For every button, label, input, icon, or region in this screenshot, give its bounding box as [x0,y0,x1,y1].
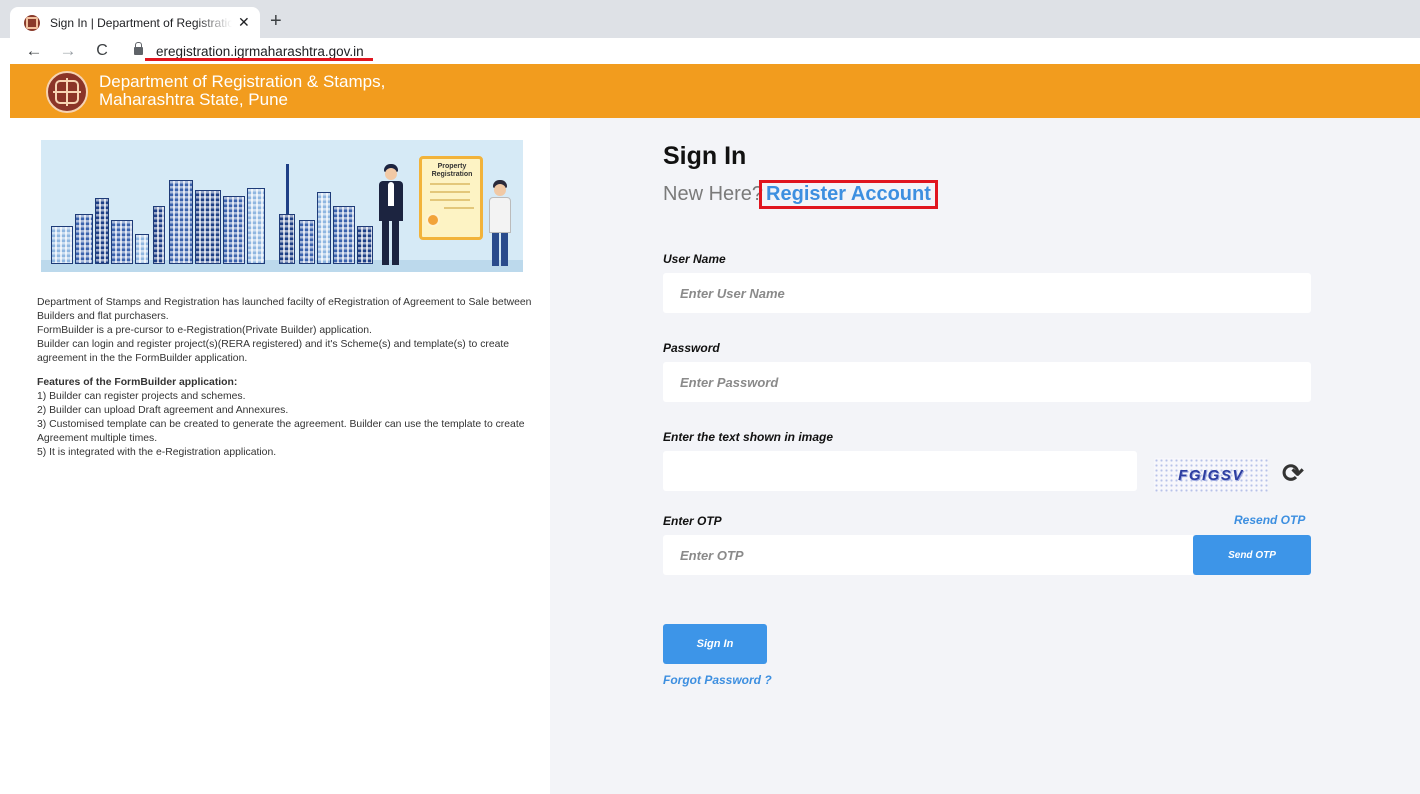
username-input[interactable] [663,273,1311,313]
feature-item: 2) Builder can upload Draft agreement an… [37,405,289,416]
back-arrow-icon[interactable]: ← [22,41,46,61]
new-here-text: New Here? [663,183,764,205]
intro-line: Builder can login and register project(s… [37,339,510,364]
feature-item: 3) Customised template can be created to… [37,419,525,444]
refresh-icon[interactable]: ⟳ [1282,457,1304,489]
feature-item: 1) Builder can register projects and sch… [37,391,246,402]
url-highlight-underline [145,58,373,61]
password-input[interactable] [663,362,1311,402]
certificate-icon: Property Registration [419,156,483,240]
header-title-line2: Maharashtra State, Pune [99,90,289,109]
info-panel: Property Registration Department of Stam… [10,118,550,794]
reload-icon[interactable]: C [90,42,114,60]
page-title: Sign In [663,142,747,170]
new-tab-button[interactable]: + [270,10,282,33]
send-otp-button[interactable]: Send OTP [1193,535,1311,575]
password-label: Password [663,341,720,355]
browser-tab[interactable]: Sign In | Department of Registration & S… [10,7,260,38]
intro-line: FormBuilder is a pre-cursor to e-Registr… [37,325,372,336]
captcha-label: Enter the text shown in image [663,430,834,444]
intro-line: Department of Stamps and Registration ha… [37,297,532,322]
info-text: Department of Stamps and Registration ha… [37,296,537,460]
sign-in-button[interactable]: Sign In [663,624,767,664]
certificate-title: Property Registration [431,163,473,178]
tab-title: Sign In | Department of Registration & S… [50,15,232,30]
otp-label: Enter OTP [663,514,722,528]
forgot-password-link[interactable]: Forgot Password ? [663,673,772,687]
header-title-line1: Department of Registration & Stamps, [99,72,386,91]
department-logo-icon [46,71,88,113]
property-registration-illustration: Property Registration [41,140,523,272]
register-prompt: New Here? Register Account [663,180,938,209]
lock-icon[interactable] [134,42,143,55]
close-tab-icon[interactable]: ✕ [238,14,250,31]
signin-panel: Sign In New Here? Register Account User N… [550,118,1420,794]
captcha-text: FGIGSV [1178,466,1244,484]
browser-tab-strip: Sign In | Department of Registration & S… [0,0,1420,38]
site-header: Department of Registration & Stamps, Mah… [10,64,1420,118]
forward-arrow-icon[interactable]: → [56,41,80,61]
url-text[interactable]: eregistration.igrmaharashtra.gov.in [156,44,364,59]
username-label: User Name [663,252,726,266]
captcha-input[interactable] [663,451,1137,491]
captcha-image: FGIGSV [1154,458,1268,492]
feature-item: 5) It is integrated with the e-Registrat… [37,447,277,458]
otp-input[interactable] [663,535,1193,575]
resend-otp-link[interactable]: Resend OTP [1234,513,1305,527]
site-favicon-icon [24,14,40,31]
header-title: Department of Registration & Stamps, Mah… [99,73,385,109]
register-account-link[interactable]: Register Account [759,180,938,209]
features-heading: Features of the FormBuilder application: [37,377,238,388]
